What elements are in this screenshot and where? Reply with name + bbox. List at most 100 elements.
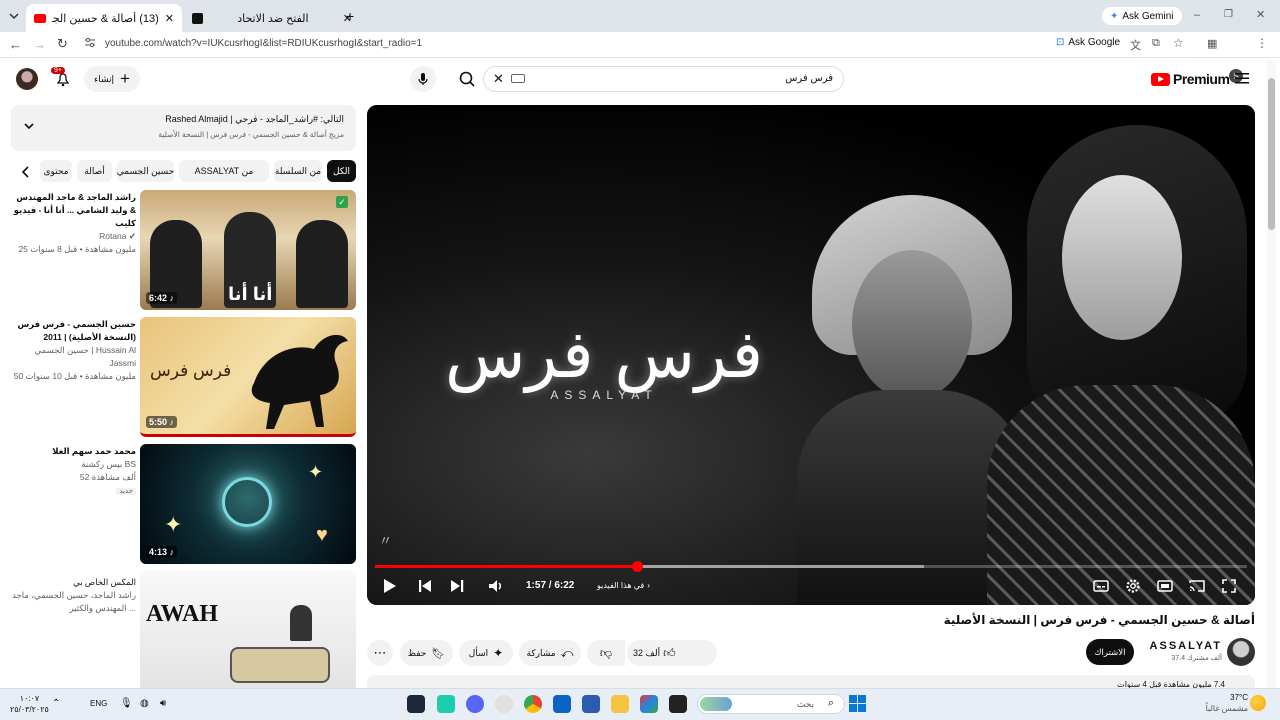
share-button[interactable]: مشاركة ⤺ <box>519 640 581 666</box>
microphone-tray-icon[interactable]: 🎙︎ <box>120 698 133 709</box>
save-button[interactable]: حفظ 🔖︎ <box>400 640 453 666</box>
store-icon[interactable] <box>582 695 600 713</box>
voice-search-button[interactable] <box>410 66 436 92</box>
dislike-button[interactable]: 👎︎ <box>587 640 625 666</box>
chevron-right-icon: › <box>647 581 650 590</box>
description-box[interactable]: 7.4 مليون مشاهدة قبل 4 سنوات <box>367 675 1255 688</box>
sparkle-icon: ✦ <box>493 646 504 660</box>
settings-button[interactable] <box>1124 577 1142 595</box>
video-player[interactable]: فرس فرس ASSALYAT 〃 <box>367 105 1255 605</box>
chip-from-series[interactable]: من السلسلة <box>274 160 322 182</box>
recommendation-thumbnail[interactable]: فرس فرس 5:50 ♪ <box>140 317 356 437</box>
chrome-icon[interactable] <box>524 695 542 713</box>
url-field[interactable]: youtube.com/watch?v=IUKcusrhogI&list=RDI… <box>105 38 422 49</box>
chip-hussain[interactable]: حسين الجسمي <box>117 160 174 182</box>
scrollbar-thumb[interactable] <box>1268 78 1275 230</box>
search-input-box[interactable]: ✕ فرس فرس <box>483 66 844 92</box>
forward-button[interactable]: → <box>33 37 46 52</box>
youtube-premium-logo[interactable]: Premium SA <box>1151 71 1240 87</box>
tab-youtube[interactable]: (13) أصالة & حسين الجسمي - فر ✕ <box>26 4 182 32</box>
view-count: 7.4 مليون مشاهدة قبل 4 سنوات <box>1117 680 1225 688</box>
minimize-button[interactable]: – <box>1194 9 1200 21</box>
weather-widget[interactable]: 37°C مشمس غالباً <box>1196 692 1248 714</box>
outlook-icon[interactable] <box>553 695 571 713</box>
search-input[interactable]: فرس فرس <box>785 73 833 84</box>
video-title: أصالة & حسين الجسمي - فرس فرس | النسخة ا… <box>943 613 1255 627</box>
close-tab-icon[interactable]: ✕ <box>165 12 174 25</box>
volume-tray-icon[interactable]: 🔊︎ <box>160 698 166 709</box>
like-button[interactable]: 32 ألف 👍︎ <box>633 646 676 661</box>
chip-from-channel[interactable]: من ASSALYAT <box>179 160 269 182</box>
ask-gemini-button[interactable]: ✦ Ask Gemini <box>1102 7 1182 25</box>
time-display: 1:57 / 6:22 <box>526 580 575 591</box>
chevron-up-icon[interactable]: ⌃ <box>52 698 60 709</box>
bookmark-star-icon[interactable]: ☆ <box>1173 36 1184 50</box>
chip-content[interactable]: محتوى <box>40 160 72 182</box>
page-scrollbar[interactable] <box>1267 60 1276 688</box>
recommendation-thumbnail[interactable]: ✦ ✦ ♥ 4:13 ♪ <box>140 444 356 564</box>
app-icon[interactable] <box>640 695 658 713</box>
create-button[interactable]: إنشاء + <box>84 66 140 92</box>
settings-app-icon[interactable] <box>495 695 513 713</box>
channel-avatar[interactable] <box>1227 638 1255 666</box>
guide-menu-icon[interactable] <box>1235 72 1249 84</box>
previous-button[interactable] <box>416 577 434 595</box>
taskbar-search-box[interactable]: بحث ⌕ <box>697 694 845 714</box>
site-info-icon[interactable] <box>84 37 96 49</box>
chapters-button[interactable]: في هذا الفيديو › <box>597 581 650 590</box>
progress-scrubber[interactable] <box>631 561 643 572</box>
chip-all[interactable]: الكل <box>327 160 356 182</box>
windows-start-icon[interactable] <box>849 695 866 712</box>
channel-name[interactable]: ASSALYAT <box>1140 640 1222 652</box>
search-button[interactable] <box>456 68 478 90</box>
ask-button[interactable]: اسأل ✦ <box>459 640 513 666</box>
more-actions-button[interactable]: ⋯ <box>367 640 393 666</box>
account-avatar[interactable] <box>16 68 38 90</box>
black-horse-image <box>251 334 348 429</box>
install-app-icon[interactable]: ⧉ <box>1152 37 1160 50</box>
subscribe-button[interactable]: الاشتراك <box>1086 639 1134 665</box>
steam-icon[interactable] <box>407 695 425 713</box>
reload-button[interactable]: ↻ <box>57 36 68 52</box>
clear-search-icon[interactable]: ✕ <box>493 71 504 87</box>
recommendation-meta[interactable]: حسين الجسمي - فرس فرس (النسخة الأصلية) |… <box>12 318 136 383</box>
chip-assala[interactable]: أصالة <box>77 160 112 182</box>
recommendation-meta[interactable]: محمد حمد سهم الغلا بيس ركشنة BS 52 ألف م… <box>12 445 136 498</box>
terminal-icon[interactable] <box>669 695 687 713</box>
file-explorer-icon[interactable] <box>611 695 629 713</box>
language-indicator[interactable]: ENG <box>90 699 107 708</box>
chevron-down-icon[interactable] <box>23 120 35 132</box>
fullscreen-icon <box>1222 579 1236 593</box>
progress-bar[interactable] <box>375 561 1247 572</box>
back-button[interactable]: ← <box>9 37 22 52</box>
browser-menu-icon[interactable]: ⋮ <box>1256 36 1268 50</box>
extensions-icon[interactable]: ▦ <box>1207 37 1217 50</box>
next-button[interactable] <box>448 577 466 595</box>
sun-weather-icon <box>1250 695 1266 711</box>
restore-button[interactable]: ❐ <box>1224 9 1233 20</box>
network-icon[interactable]: ◍ <box>140 698 149 709</box>
tab-search-icon[interactable] <box>6 8 22 24</box>
volume-button[interactable] <box>487 577 505 595</box>
clock[interactable]: ١٠:٠٧ ٢٥/٠٣/٢٠٢٥ <box>10 693 49 715</box>
keyboard-icon[interactable] <box>511 74 525 83</box>
ask-google-button[interactable]: ⊡ Ask Google <box>1056 37 1120 48</box>
recommendation-thumbnail[interactable]: أنا أنا ✓ 6:42 ♪ <box>140 190 356 310</box>
app-icon[interactable] <box>437 695 455 713</box>
tab-match[interactable]: الفتح ضد الاتحاد ✕ <box>184 4 360 32</box>
play-button[interactable] <box>380 577 398 595</box>
subtitles-button[interactable] <box>1092 577 1110 595</box>
notifications-bell-icon[interactable]: 9+ <box>51 67 73 88</box>
discord-icon[interactable] <box>466 695 484 713</box>
translate-icon[interactable]: 文 <box>1130 37 1141 53</box>
cast-button[interactable] <box>1188 577 1206 595</box>
mix-playlist-header[interactable]: التالي: #راشد_الماجد - فرحي | Rashed Alm… <box>11 105 356 151</box>
new-tab-button[interactable]: + <box>346 8 354 24</box>
chevron-left-icon[interactable] <box>20 165 32 179</box>
close-window-button[interactable]: ✕ <box>1256 8 1265 21</box>
recommendation-thumbnail[interactable]: AWAH <box>140 571 356 688</box>
recommendation-meta[interactable]: المكس الخاص بي راشد الماجد، حسين الجسمي،… <box>12 576 136 615</box>
fullscreen-button[interactable] <box>1220 577 1238 595</box>
recommendation-meta[interactable]: راشد الماجد & ماجد المهندس & وليد الشامي… <box>12 191 136 256</box>
theater-mode-button[interactable] <box>1156 577 1174 595</box>
